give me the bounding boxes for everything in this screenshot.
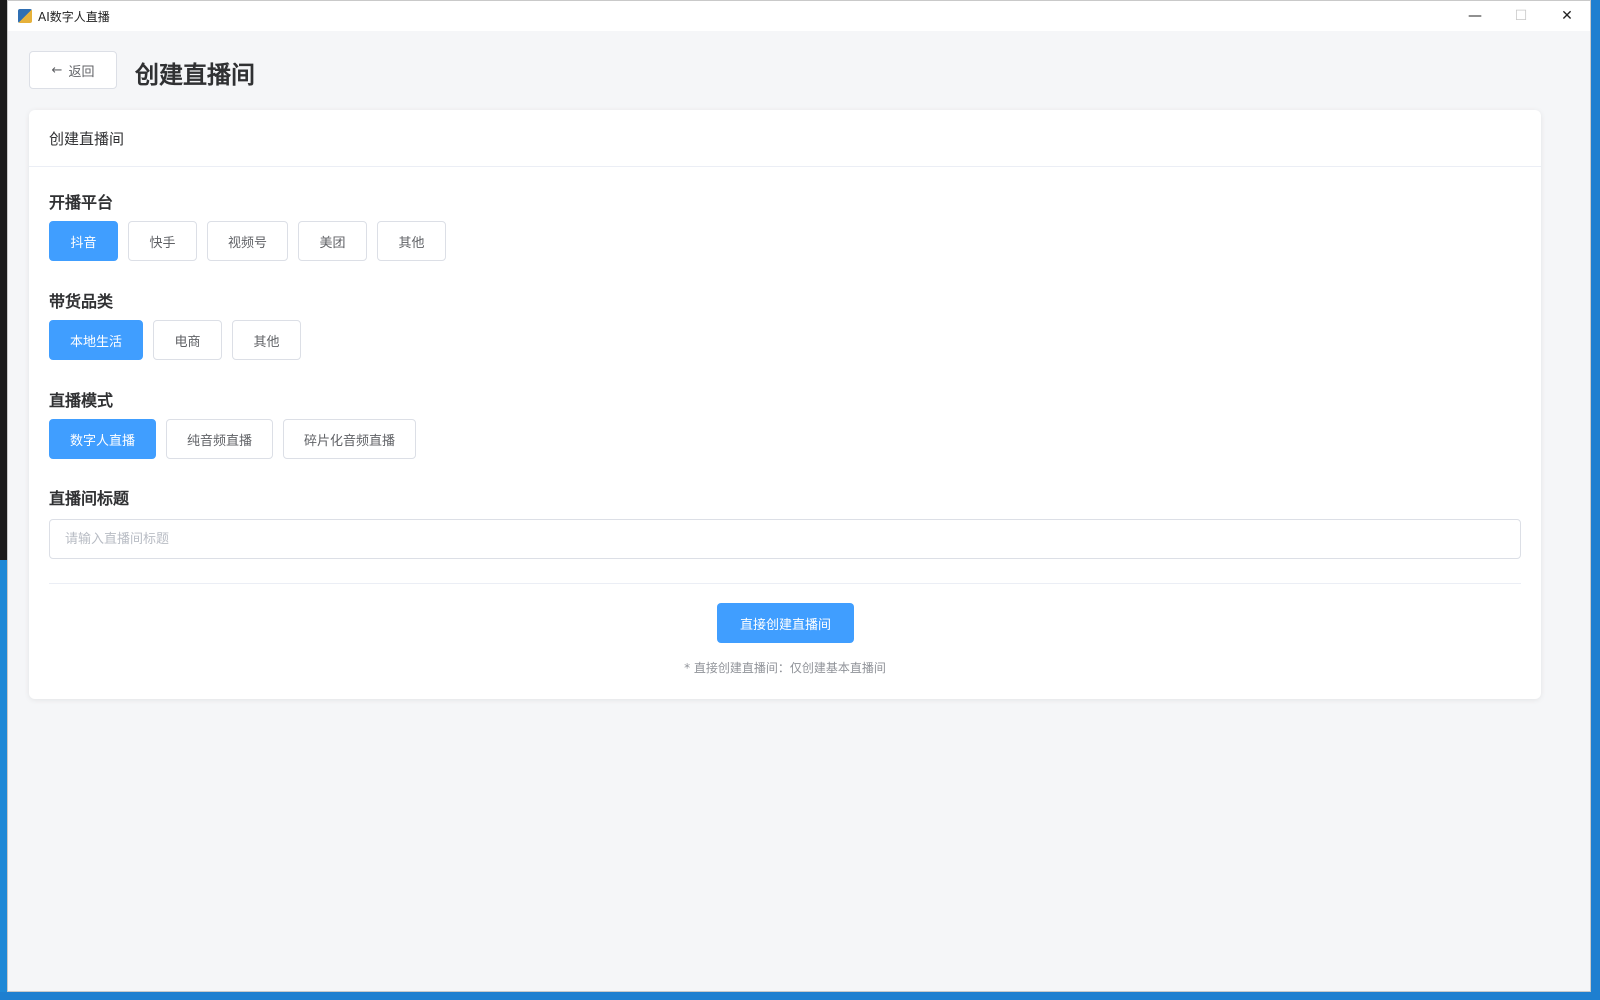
mode-options: 数字人直播 纯音频直播 碎片化音频直播 — [49, 419, 417, 459]
window-controls: — ☐ ✕ — [1452, 1, 1590, 31]
category-option-ecommerce[interactable]: 电商 — [153, 320, 223, 360]
window-title: AI数字人直播 — [38, 9, 110, 24]
platform-option-kuaishou[interactable]: 快手 — [128, 221, 197, 261]
mode-label: 直播模式 — [49, 391, 114, 410]
arrow-left-icon: ← — [51, 62, 63, 78]
platform-options: 抖音 快手 视频号 美团 其他 — [49, 221, 447, 261]
back-button[interactable]: ← 返回 — [29, 51, 117, 89]
mode-option-audio-only[interactable]: 纯音频直播 — [166, 419, 274, 459]
maximize-button[interactable]: ☐ — [1498, 1, 1544, 31]
platform-option-douyin[interactable]: 抖音 — [49, 221, 118, 261]
page-title: 创建直播间 — [135, 61, 255, 89]
mode-option-digital-human[interactable]: 数字人直播 — [49, 419, 157, 459]
app-window: AI数字人直播 — ☐ ✕ ← 返回 创建直播间 创建直播间 开播平台 抖音 快… — [7, 0, 1591, 992]
main-content: ← 返回 创建直播间 创建直播间 开播平台 抖音 快手 视频号 美团 其他 带货… — [8, 31, 1591, 992]
category-options: 本地生活 电商 其他 — [49, 320, 302, 360]
minimize-button[interactable]: — — [1452, 1, 1498, 31]
mode-option-fragment-audio[interactable]: 碎片化音频直播 — [283, 419, 417, 459]
desktop-background-right — [1590, 0, 1600, 1000]
platform-option-meituan[interactable]: 美团 — [298, 221, 368, 261]
title-bar: AI数字人直播 — ☐ ✕ — [8, 1, 1590, 31]
platform-label: 开播平台 — [49, 193, 114, 212]
room-title-label: 直播间标题 — [49, 489, 130, 508]
desktop-taskbar-edge — [0, 992, 1600, 1000]
platform-option-other[interactable]: 其他 — [377, 221, 447, 261]
card-title: 创建直播间 — [29, 110, 1541, 167]
platform-option-shipinhao[interactable]: 视频号 — [207, 221, 289, 261]
divider — [49, 583, 1521, 584]
category-label: 带货品类 — [49, 292, 114, 311]
back-button-label: 返回 — [68, 64, 95, 80]
close-button[interactable]: ✕ — [1544, 1, 1590, 31]
category-option-other[interactable]: 其他 — [232, 320, 302, 360]
category-option-local-life[interactable]: 本地生活 — [49, 320, 144, 360]
room-title-input[interactable] — [49, 519, 1521, 559]
create-room-card: 创建直播间 开播平台 抖音 快手 视频号 美团 其他 带货品类 本地生活 电商 … — [29, 110, 1541, 699]
create-hint-text: * 直接创建直播间：仅创建基本直播间 — [684, 661, 886, 675]
create-room-button[interactable]: 直接创建直播间 — [717, 603, 854, 643]
app-logo-icon — [18, 9, 32, 23]
